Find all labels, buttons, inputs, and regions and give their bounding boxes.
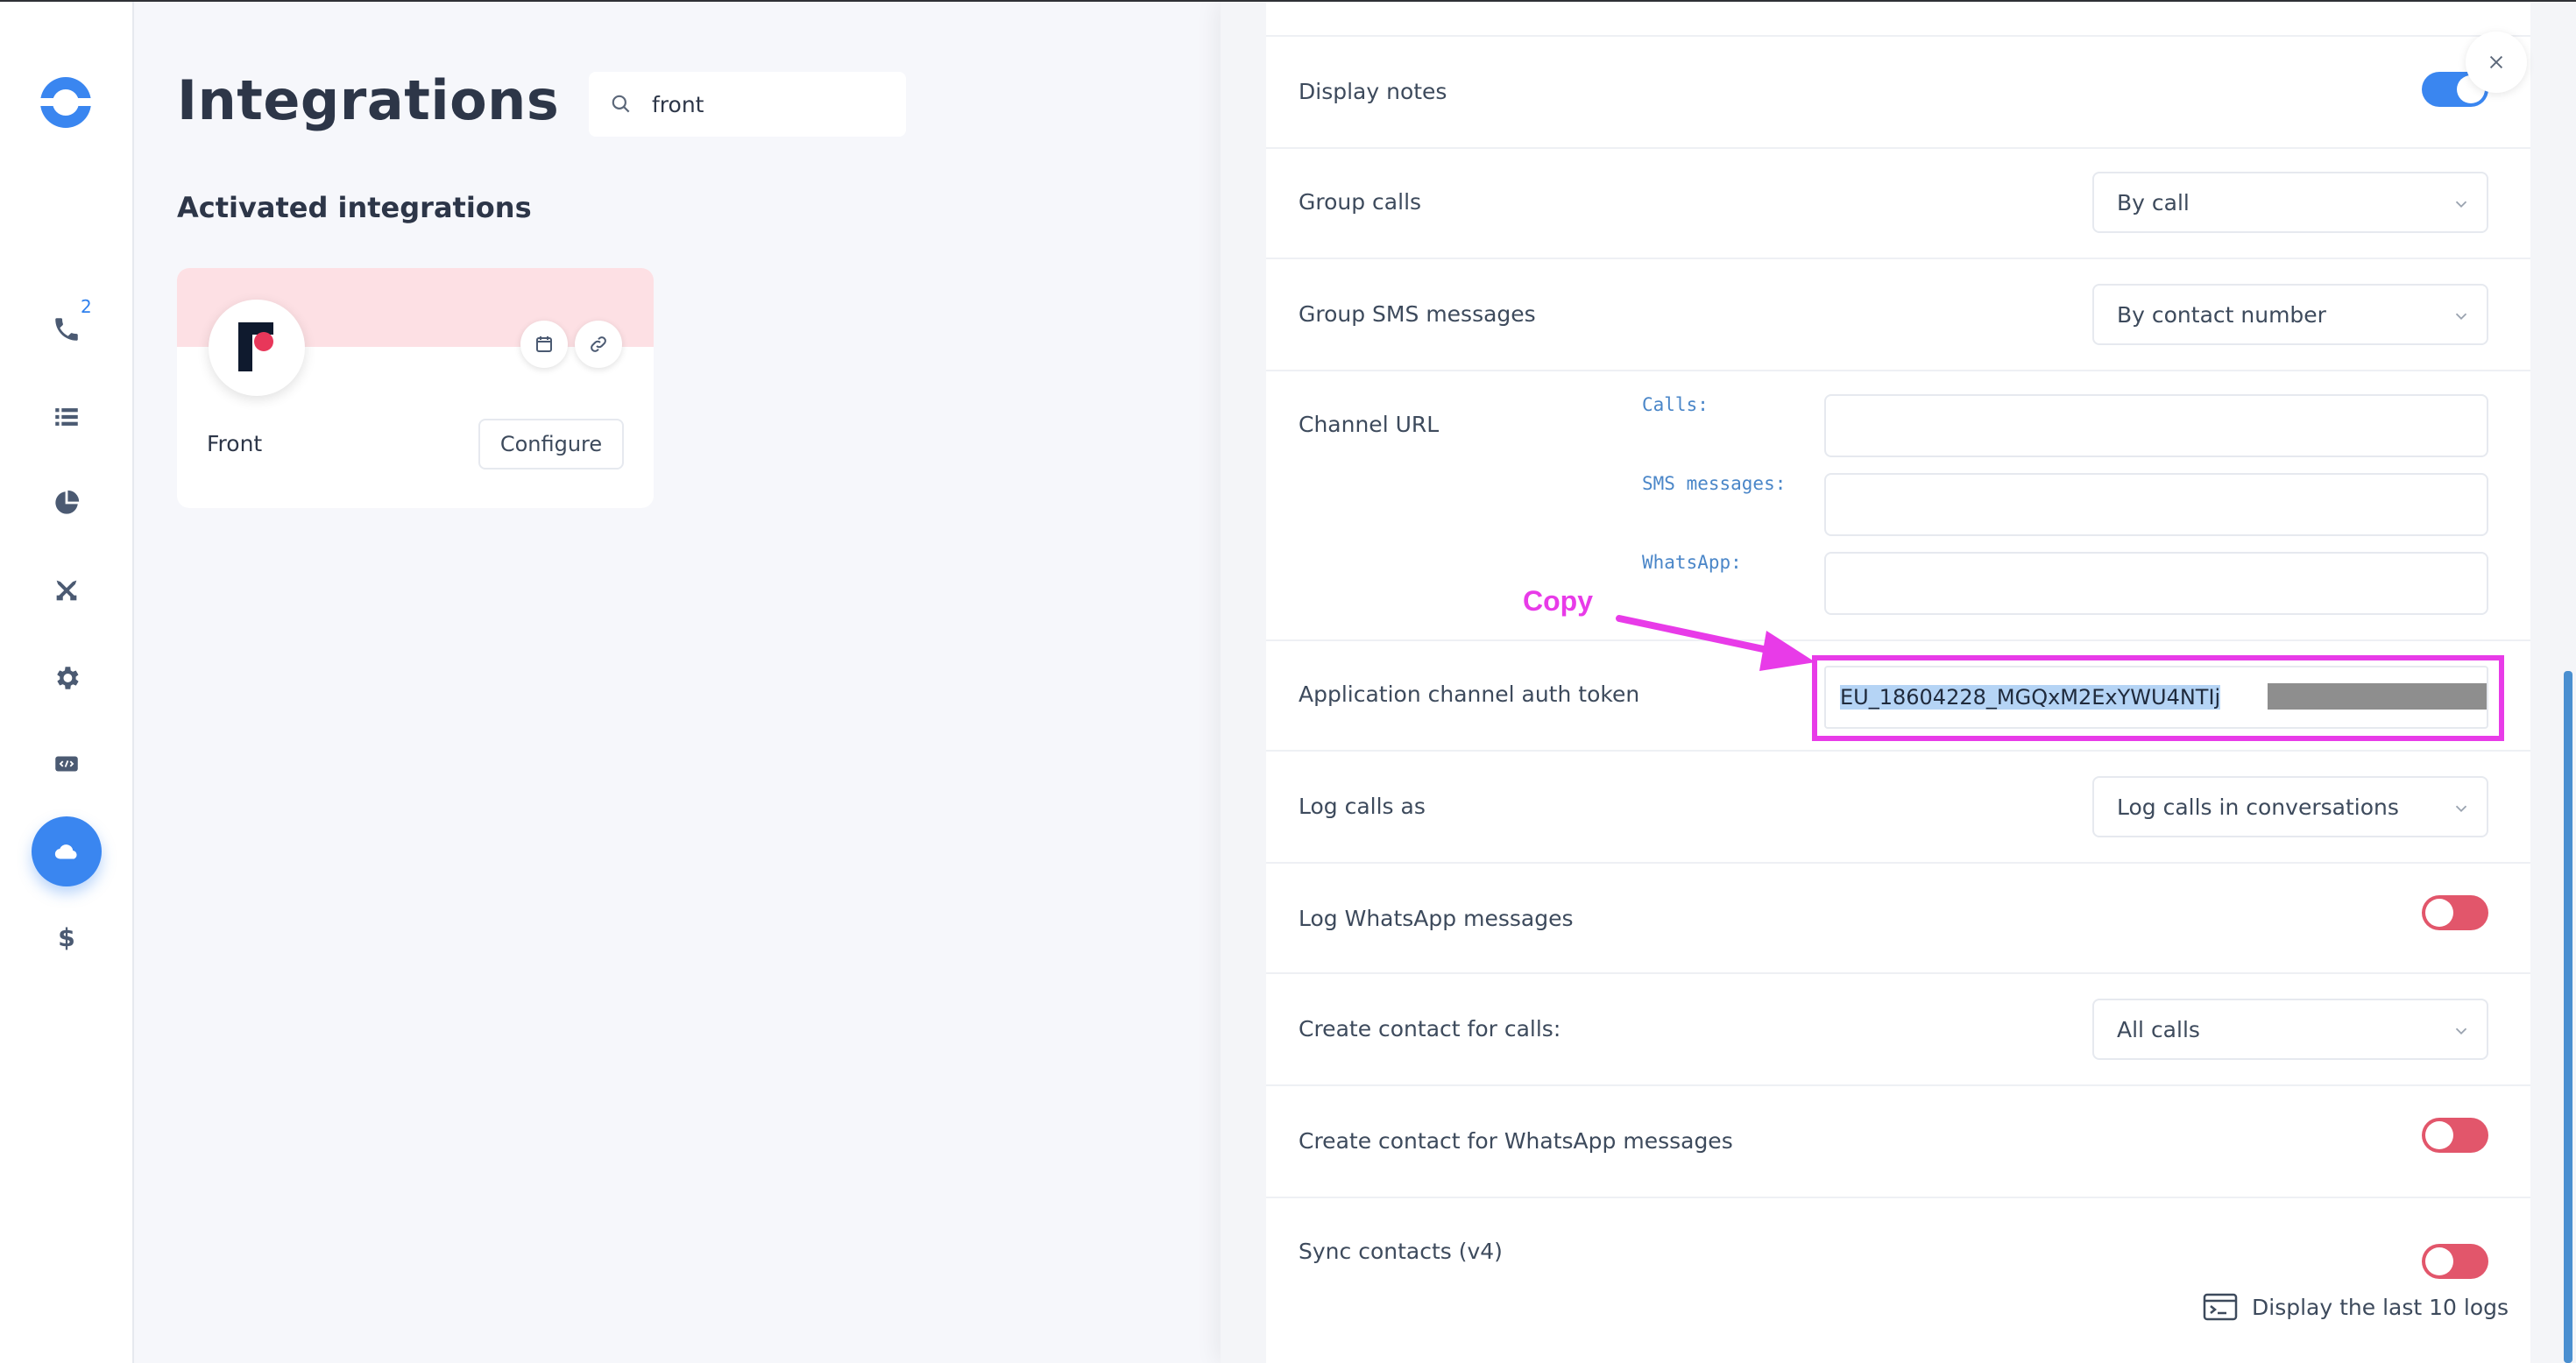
log-whatsapp-label: Log WhatsApp messages	[1299, 906, 1574, 931]
row-divider	[1266, 35, 2530, 37]
create-contact-calls-value: All calls	[2117, 1016, 2200, 1042]
nav-item-integrations[interactable]	[32, 816, 102, 886]
integration-card-front: Front Configure	[177, 268, 654, 508]
channel-url-whatsapp-label: WhatsApp:	[1642, 552, 1742, 573]
auth-token-label: Application channel auth token	[1299, 682, 1640, 707]
page-title: Integrations	[177, 68, 560, 132]
create-contact-whatsapp-toggle[interactable]	[2422, 1118, 2488, 1153]
nav-item-analytics[interactable]	[44, 480, 89, 526]
row-divider	[1266, 370, 2530, 371]
toggle-knob	[2425, 899, 2453, 927]
nav-item-tools[interactable]	[44, 568, 89, 613]
channel-url-sms-input[interactable]	[1824, 473, 2488, 536]
calls-badge: 2	[81, 296, 92, 317]
pie-chart-icon	[55, 490, 80, 514]
row-divider	[1266, 862, 2530, 864]
channel-url-sms-label: SMS messages:	[1642, 473, 1787, 494]
chevron-down-icon	[2455, 1028, 2467, 1035]
sync-contacts-toggle[interactable]	[2422, 1244, 2488, 1279]
nav-item-list[interactable]	[44, 394, 89, 440]
log-calls-select[interactable]: Log calls in conversations	[2092, 776, 2488, 837]
group-calls-value: By call	[2117, 189, 2190, 215]
log-whatsapp-toggle[interactable]	[2422, 895, 2488, 930]
panel-scrollbar[interactable]	[2564, 671, 2572, 1363]
row-divider	[1266, 258, 2530, 259]
configure-button[interactable]: Configure	[478, 419, 624, 470]
front-logo-icon	[238, 322, 273, 371]
front-logo	[209, 300, 305, 396]
row-divider	[1266, 147, 2530, 149]
chevron-down-icon	[2455, 313, 2467, 321]
toggle-knob	[2425, 1247, 2453, 1275]
card-calendar-button[interactable]	[520, 321, 568, 368]
tools-icon	[56, 580, 77, 601]
gear-icon	[57, 667, 79, 689]
calendar-icon	[536, 336, 552, 352]
display-logs-link[interactable]: Display the last 10 logs	[2203, 1293, 2509, 1321]
channel-url-calls-label: Calls:	[1642, 394, 1709, 415]
sidebar-nav: 2 $	[0, 2, 134, 1363]
search-icon	[612, 95, 630, 113]
row-divider	[1266, 750, 2530, 752]
nav-item-developer[interactable]	[44, 741, 89, 787]
display-logs-label[interactable]: Display the last 10 logs	[2252, 1295, 2509, 1320]
svg-text:$: $	[58, 923, 75, 952]
dollar-icon: $	[58, 923, 75, 952]
close-icon	[2489, 55, 2503, 69]
row-divider	[1266, 972, 2530, 974]
link-icon	[591, 336, 606, 352]
terminal-icon	[2203, 1293, 2238, 1321]
search-input[interactable]: front	[589, 72, 906, 137]
create-contact-calls-select[interactable]: All calls	[2092, 999, 2488, 1060]
group-calls-select[interactable]: By call	[2092, 172, 2488, 233]
search-value[interactable]: front	[652, 92, 704, 117]
annotation-highlight-box	[1812, 655, 2504, 741]
code-icon	[55, 756, 78, 772]
group-sms-select[interactable]: By contact number	[2092, 284, 2488, 345]
group-calls-label: Group calls	[1299, 189, 1422, 215]
phone-icon	[55, 318, 78, 341]
display-notes-label: Display notes	[1299, 79, 1447, 104]
channel-url-label: Channel URL	[1299, 412, 1440, 437]
channel-url-whatsapp-input[interactable]	[1824, 552, 2488, 615]
row-divider	[1266, 1084, 2530, 1086]
create-contact-calls-label: Create contact for calls:	[1299, 1016, 1561, 1042]
card-link-button[interactable]	[575, 321, 622, 368]
section-title: Activated integrations	[177, 191, 532, 224]
log-calls-label: Log calls as	[1299, 794, 1426, 819]
window-top-border	[0, 0, 2576, 2]
annotation-copy-label: Copy	[1523, 585, 1593, 617]
chevron-down-icon	[2455, 201, 2467, 208]
chevron-down-icon	[2455, 805, 2467, 813]
list-icon	[55, 408, 78, 426]
integration-name: Front	[207, 431, 263, 456]
nav-item-billing[interactable]: $	[44, 915, 89, 960]
cloud-icon	[54, 844, 77, 859]
nav-item-settings[interactable]	[44, 655, 89, 701]
toggle-knob	[2425, 1121, 2453, 1149]
group-sms-label: Group SMS messages	[1299, 301, 1536, 327]
close-panel-button[interactable]	[2466, 32, 2527, 93]
channel-url-calls-input[interactable]	[1824, 394, 2488, 457]
create-contact-whatsapp-label: Create contact for WhatsApp messages	[1299, 1128, 1733, 1154]
annotation-arrow-icon	[1616, 615, 1815, 671]
panel-left-gutter	[1221, 2, 1266, 1363]
log-calls-value: Log calls in conversations	[2117, 794, 2399, 820]
row-divider	[1266, 1197, 2530, 1198]
sync-contacts-label: Sync contacts (v4)	[1299, 1239, 1503, 1264]
row-divider	[1266, 639, 2530, 641]
group-sms-value: By contact number	[2117, 301, 2326, 328]
app-logo-icon[interactable]	[37, 74, 95, 137]
